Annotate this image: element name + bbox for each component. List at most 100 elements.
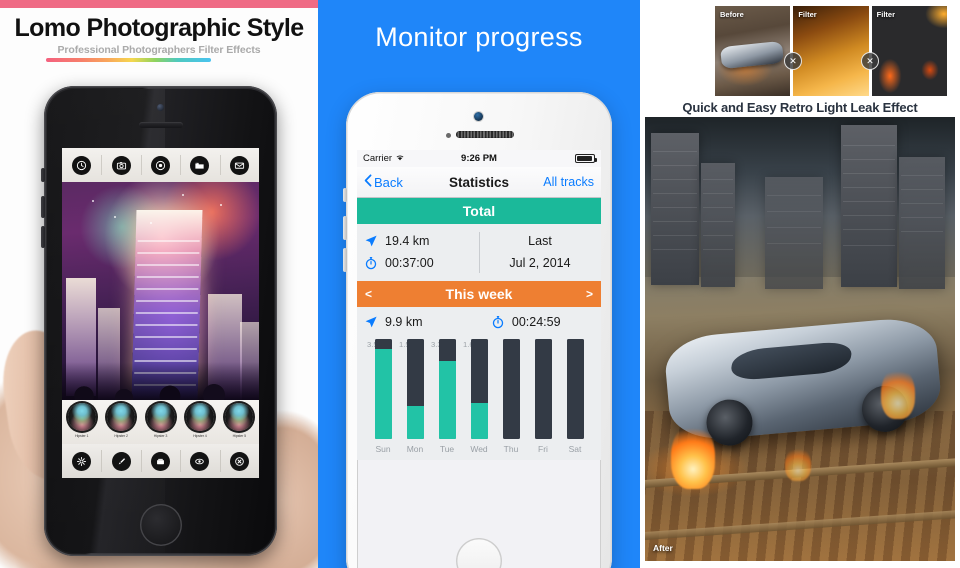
mute-switch[interactable] [343, 188, 347, 202]
building [701, 163, 735, 287]
toolbar-item-close[interactable] [219, 444, 259, 478]
lens-icon [107, 403, 136, 431]
bar-track [502, 339, 520, 439]
bar-day-label: Mon [406, 444, 424, 454]
panel-title: Monitor progress [375, 22, 583, 52]
front-camera-icon [474, 112, 483, 121]
volume-up-button[interactable] [343, 216, 347, 240]
timer-icon [72, 155, 92, 175]
toolbar-item-frame[interactable] [140, 444, 180, 478]
toolbar-item-aperture[interactable] [140, 148, 180, 182]
bar-track [534, 339, 552, 439]
bar-column[interactable]: Sat [559, 339, 591, 454]
toolbar-item-brush[interactable] [101, 444, 140, 478]
close-icon [229, 451, 249, 471]
status-bar: Carrier 9:26 PM [357, 150, 601, 167]
home-button[interactable] [139, 504, 182, 546]
total-line-distance: 19.4 km Last [357, 230, 601, 252]
bar-track [566, 339, 584, 439]
before-label: Before [720, 10, 744, 19]
bar-fill [406, 406, 424, 439]
firework-spark [220, 204, 222, 206]
firework-spark [114, 216, 116, 218]
top-toolbar [62, 148, 259, 182]
crowd-silhouette [62, 362, 259, 400]
mute-switch[interactable] [41, 168, 45, 182]
toolbar-item-camera[interactable] [101, 148, 140, 182]
bar-column[interactable]: Mon [399, 339, 431, 454]
frame-icon [151, 451, 171, 471]
week-distance-value: 9.9 km [385, 315, 423, 329]
bar-column[interactable]: Sun [367, 339, 399, 454]
volume-down-button[interactable] [343, 248, 347, 272]
folder-icon [190, 155, 210, 175]
filter-label: Hipster 1 [74, 433, 89, 438]
total-duration-cell: 00:37:00 [357, 256, 479, 270]
bar-fill [470, 403, 488, 439]
filter-formula-row: Before Filter Filter ✕ ✕ [715, 6, 947, 96]
filter-label: Filter [876, 10, 895, 19]
filter-item[interactable]: Hipster 2 [101, 400, 140, 444]
bar-fill [438, 361, 456, 439]
front-camera-icon [156, 104, 164, 111]
last-date-value: Jul 2, 2014 [509, 256, 571, 270]
after-label: After [653, 543, 673, 553]
toolbar-item-mail[interactable] [219, 148, 259, 182]
prev-week-button[interactable]: < [365, 287, 372, 301]
brush-icon [111, 451, 131, 471]
filter-item[interactable]: Hipster 1 [62, 400, 101, 444]
volume-up-button[interactable] [41, 196, 45, 218]
page-title: Lomo Photographic Style [14, 14, 305, 42]
bar-track [470, 339, 488, 439]
phone-screen: Carrier 9:26 PM Back Statistics All trac… [357, 150, 601, 568]
toolbar-item-settings[interactable] [62, 444, 101, 478]
total-distance-value: 19.4 km [385, 234, 430, 248]
settings-icon [72, 451, 92, 471]
total-section-header: Total [357, 198, 601, 224]
filter-item[interactable]: Hipster 4 [180, 400, 219, 444]
panel-lomo-photographic-style: Lomo Photographic Style Professional Pho… [0, 0, 318, 568]
bar-day-label: Sat [568, 444, 582, 454]
bar-series: Sun Mon Tue Wed Thu Fri Sat [367, 339, 591, 454]
bar-day-label: Wed [470, 444, 488, 454]
stopwatch-icon [484, 315, 512, 329]
week-distance-cell: 9.9 km [357, 315, 484, 329]
filter-item[interactable]: Hipster 3 [141, 400, 180, 444]
toolbar-item-timer[interactable] [62, 148, 101, 182]
panel-retro-light-leak: Before Filter Filter ✕ ✕ Quick and Easy … [640, 0, 960, 568]
total-stats-row: 19.4 km Last 00:37:00 Jul 2, 2014 [357, 224, 601, 281]
total-duration-value: 00:37:00 [385, 256, 434, 270]
bar-column[interactable]: Wed [463, 339, 495, 454]
toolbar-item-folder[interactable] [180, 148, 219, 182]
lens-icon [225, 403, 254, 431]
firework-spark [150, 222, 152, 224]
week-section-header: < This week > [357, 281, 601, 307]
bar-column[interactable]: Tue [431, 339, 463, 454]
bar-column[interactable]: Fri [527, 339, 559, 454]
bar-day-label: Thu [503, 444, 519, 454]
earpiece-speaker [138, 122, 183, 128]
before-thumbnail[interactable]: Before [715, 6, 791, 96]
total-line-duration: 00:37:00 Jul 2, 2014 [357, 252, 601, 274]
panel-monitor-progress: Monitor progress Carrier 9:26 PM Back St… [318, 0, 640, 568]
black-iphone-device: Hipster 1 Hipster 2 Hipster 3 Hipster 4 [41, 86, 277, 556]
bar-track [438, 339, 456, 439]
filter-thumbnail-1[interactable]: Filter [793, 6, 869, 96]
week-stats-row: 9.9 km 00:24:59 [357, 307, 601, 337]
lens-icon [146, 403, 175, 431]
fire-flame [881, 367, 915, 419]
next-week-button[interactable]: > [586, 287, 593, 301]
bar-column[interactable]: Thu [495, 339, 527, 454]
filter-item[interactable]: Hipster 5 [220, 400, 259, 444]
firework-spark [92, 200, 94, 202]
eye-icon [190, 451, 210, 471]
toolbar-item-eye[interactable] [180, 444, 219, 478]
navigation-arrow-icon [357, 234, 385, 248]
edited-photo-preview [62, 182, 259, 400]
bar-track [406, 339, 424, 439]
filter-label: Hipster 3 [153, 433, 168, 438]
stopwatch-icon [357, 256, 385, 270]
volume-down-button[interactable] [41, 226, 45, 248]
week-duration-cell: 00:24:59 [484, 315, 601, 329]
filter-thumbnail-2[interactable]: Filter [871, 6, 947, 96]
